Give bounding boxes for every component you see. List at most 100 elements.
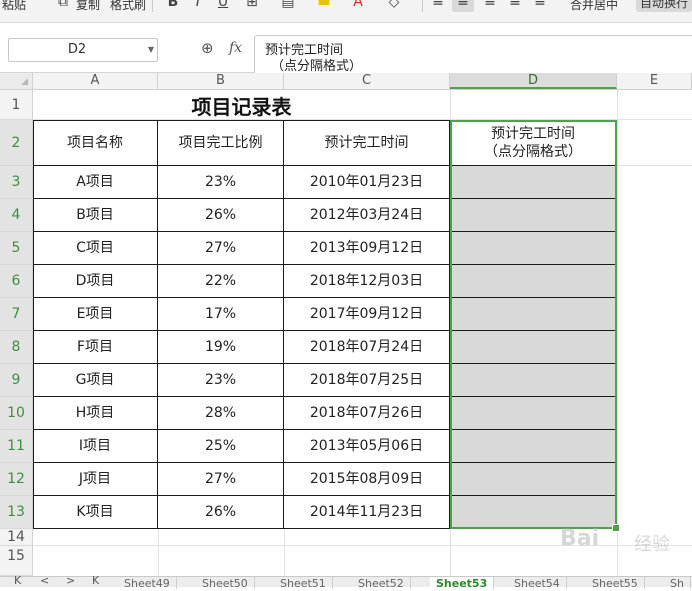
cell-project-name[interactable]: C项目	[33, 232, 158, 265]
row-header-12[interactable]: 12	[0, 463, 33, 496]
chevron-down-icon[interactable]: ▼	[148, 39, 154, 61]
cell-dot-date[interactable]	[450, 166, 617, 199]
align-top-icon[interactable]: ≡	[430, 0, 446, 10]
cell-dot-date[interactable]	[450, 463, 617, 496]
sheet-tab[interactable]: Sh	[664, 577, 691, 590]
cell-completion-ratio[interactable]: 27%	[158, 463, 284, 496]
cell-planned-date[interactable]: 2018年12月03日	[284, 265, 450, 298]
row-header-2[interactable]: 2	[0, 120, 33, 166]
justify-icon[interactable]: ≡	[507, 0, 523, 10]
wrap-text-button[interactable]: 自动换行	[636, 0, 692, 12]
cell-planned-date[interactable]: 2012年03月24日	[284, 199, 450, 232]
format-painter-button[interactable]: 格式刷	[110, 0, 146, 12]
cell-project-name[interactable]: B项目	[33, 199, 158, 232]
cell-completion-ratio[interactable]: 23%	[158, 166, 284, 199]
sheet-tab[interactable]: Sheet55	[586, 577, 645, 590]
cell-planned-date[interactable]: 2010年01月23日	[284, 166, 450, 199]
cell-dot-date[interactable]	[450, 199, 617, 232]
header-planned-date[interactable]: 预计完工时间	[284, 120, 450, 166]
cell-planned-date[interactable]: 2018年07月25日	[284, 364, 450, 397]
row-header-6[interactable]: 6	[0, 265, 33, 298]
cell-completion-ratio[interactable]: 28%	[158, 397, 284, 430]
row-header-15[interactable]: 15	[0, 546, 33, 576]
cell-project-name[interactable]: G项目	[33, 364, 158, 397]
row-header-10[interactable]: 10	[0, 397, 33, 430]
clear-format-icon[interactable]: ◇	[386, 0, 402, 10]
merge-center-button[interactable]: 合并居中	[570, 0, 618, 12]
distribute-icon[interactable]: ≡	[532, 0, 548, 10]
column-header-a[interactable]: A	[33, 73, 158, 89]
row-header-13[interactable]: 13	[0, 496, 33, 529]
cell-project-name[interactable]: I项目	[33, 430, 158, 463]
cell-project-name[interactable]: F项目	[33, 331, 158, 364]
align-right-icon[interactable]: ≡	[482, 0, 498, 10]
column-header-e[interactable]: E	[617, 73, 692, 89]
cell-dot-date[interactable]	[450, 430, 617, 463]
cell-planned-date[interactable]: 2017年09月12日	[284, 298, 450, 331]
sheet-tab[interactable]: Sheet49	[118, 577, 177, 590]
next-sheet-button[interactable]: >	[66, 574, 75, 587]
cell-project-name[interactable]: K项目	[33, 496, 158, 529]
row-header-9[interactable]: 9	[0, 364, 33, 397]
cell-completion-ratio[interactable]: 26%	[158, 199, 284, 232]
column-header-b[interactable]: B	[158, 73, 284, 89]
cell-project-name[interactable]: E项目	[33, 298, 158, 331]
zoom-search-icon[interactable]: ⊕	[201, 39, 214, 57]
cell-dot-date[interactable]	[450, 298, 617, 331]
copy-button[interactable]: 复制	[76, 0, 100, 12]
column-header-d[interactable]: D	[450, 73, 617, 89]
fill-color-icon[interactable]: ▤	[280, 0, 296, 10]
sheet-tab[interactable]: Sheet54	[508, 577, 567, 590]
cell-planned-date[interactable]: 2013年05月06日	[284, 430, 450, 463]
border-icon[interactable]: ⊞	[244, 0, 260, 10]
cell-dot-date[interactable]	[450, 397, 617, 430]
bold-icon[interactable]: B	[165, 0, 181, 10]
cell-completion-ratio[interactable]: 26%	[158, 496, 284, 529]
row-header-14[interactable]: 14	[0, 529, 33, 546]
cell-completion-ratio[interactable]: 19%	[158, 331, 284, 364]
row-header-1[interactable]: 1	[0, 90, 33, 120]
cell-planned-date[interactable]: 2014年11月23日	[284, 496, 450, 529]
font-color-icon[interactable]: A	[350, 0, 366, 10]
cell-project-name[interactable]: D项目	[33, 265, 158, 298]
cell-dot-date[interactable]	[450, 265, 617, 298]
cell-project-name[interactable]: J项目	[33, 463, 158, 496]
sheet-tab[interactable]: Sheet50	[196, 577, 255, 590]
cell-completion-ratio[interactable]: 25%	[158, 430, 284, 463]
sheet-tab[interactable]: Sheet53	[430, 577, 495, 590]
cell-planned-date[interactable]: 2018年07月26日	[284, 397, 450, 430]
formula-input[interactable]: 预计完工时间 （点分隔格式）	[254, 35, 692, 75]
header-project-name[interactable]: 项目名称	[33, 120, 158, 166]
row-header-5[interactable]: 5	[0, 232, 33, 265]
row-header-4[interactable]: 4	[0, 199, 33, 232]
highlight-icon[interactable]: ▬	[316, 0, 332, 10]
cell-completion-ratio[interactable]: 23%	[158, 364, 284, 397]
header-completion-ratio[interactable]: 项目完工比例	[158, 120, 284, 166]
cell-planned-date[interactable]: 2013年09月12日	[284, 232, 450, 265]
first-sheet-button[interactable]: K	[14, 574, 21, 587]
sheet-tab[interactable]: Sheet52	[352, 577, 411, 590]
cell-planned-date[interactable]: 2018年07月24日	[284, 331, 450, 364]
underline-icon[interactable]: U	[215, 0, 231, 10]
cell-completion-ratio[interactable]: 27%	[158, 232, 284, 265]
cell-completion-ratio[interactable]: 22%	[158, 265, 284, 298]
cell-dot-date[interactable]	[450, 364, 617, 397]
name-box[interactable]: D2 ▼	[8, 38, 158, 62]
header-dot-date[interactable]: 预计完工时间 （点分隔格式）	[450, 120, 617, 166]
sheet-tab[interactable]: Sheet51	[274, 577, 333, 590]
cell-completion-ratio[interactable]: 17%	[158, 298, 284, 331]
paste-button[interactable]: 粘贴	[2, 0, 26, 12]
cell-dot-date[interactable]	[450, 331, 617, 364]
row-header-7[interactable]: 7	[0, 298, 33, 331]
last-sheet-button[interactable]: K	[92, 574, 99, 587]
prev-sheet-button[interactable]: <	[40, 574, 49, 587]
row-header-11[interactable]: 11	[0, 430, 33, 463]
sheet-title[interactable]: 项目记录表	[33, 90, 450, 120]
column-header-c[interactable]: C	[284, 73, 450, 89]
align-center-icon[interactable]: ≡	[455, 0, 471, 10]
row-header-8[interactable]: 8	[0, 331, 33, 364]
italic-icon[interactable]: I	[190, 0, 206, 10]
row-header-3[interactable]: 3	[0, 166, 33, 199]
fx-icon[interactable]: fx	[229, 40, 242, 56]
cell-planned-date[interactable]: 2015年08月09日	[284, 463, 450, 496]
